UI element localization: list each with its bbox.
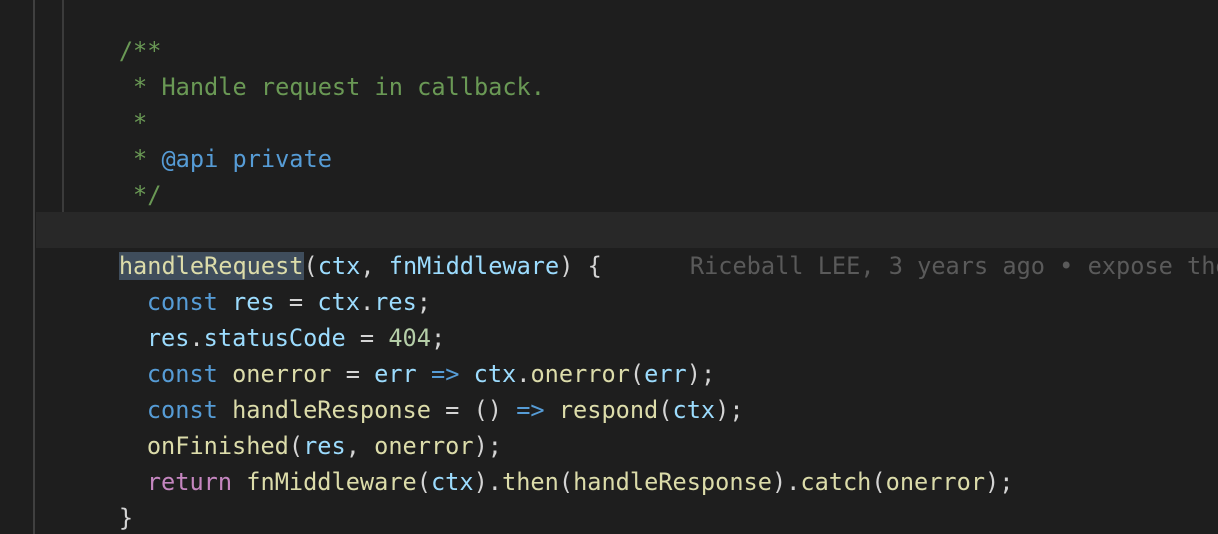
current-code-line[interactable]: handleRequest(ctx, fnMiddleware) {Riceba… xyxy=(36,212,1218,280)
code-line[interactable]: * xyxy=(62,69,1218,137)
closing-brace-token: } xyxy=(118,504,134,532)
code-line[interactable]: /** xyxy=(62,0,1218,65)
code-line[interactable]: */ xyxy=(62,141,1218,209)
code-line[interactable]: const res = ctx.res; xyxy=(62,248,1218,316)
code-line[interactable]: * @api private xyxy=(62,105,1218,173)
code-line[interactable]: return fnMiddleware(ctx).then(handleResp… xyxy=(62,428,1218,496)
code-line[interactable]: const handleResponse = () => respond(ctx… xyxy=(62,356,1218,424)
code-line[interactable]: onFinished(res, onerror); xyxy=(62,392,1218,460)
code-line[interactable]: const onerror = err => ctx.onerror(err); xyxy=(62,320,1218,388)
code-editor[interactable]: /** * Handle request in callback. * * @a… xyxy=(0,0,1218,534)
code-line[interactable]: } xyxy=(62,464,1218,532)
code-line[interactable]: * Handle request in callback. xyxy=(62,33,1218,101)
code-line[interactable]: res.statusCode = 404; xyxy=(62,284,1218,352)
editor-gutter-border xyxy=(33,0,35,534)
comment-token: */ xyxy=(118,181,162,209)
